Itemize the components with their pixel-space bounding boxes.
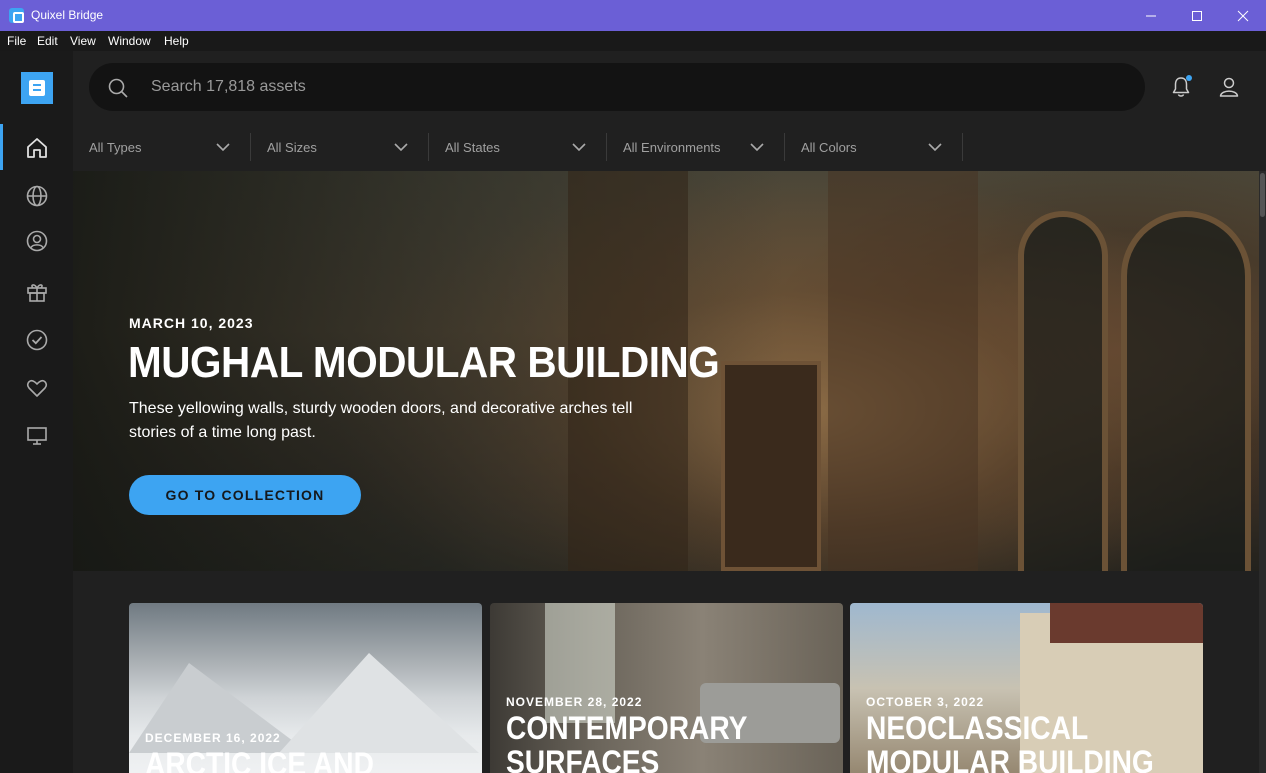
card-date: NOVEMBER 28, 2022 — [506, 695, 643, 709]
close-icon — [1237, 10, 1249, 22]
monitor-icon — [27, 427, 47, 445]
user-circle-icon — [26, 230, 48, 252]
hero-image-arch — [1121, 211, 1251, 571]
hero-description: These yellowing walls, sturdy wooden doo… — [129, 400, 633, 441]
filter-environments-label: All Environments — [623, 140, 721, 155]
chevron-down-icon — [928, 143, 942, 152]
gift-icon — [27, 284, 47, 302]
account-button[interactable] — [1215, 73, 1243, 101]
menu-bar: File Edit View Window Help — [0, 31, 1266, 51]
search-bar — [89, 63, 1145, 111]
hero-image-arch — [1018, 211, 1108, 571]
notifications-button[interactable] — [1167, 73, 1195, 101]
hero-banner: MARCH 10, 2023 MUGHAL MODULAR BUILDING T… — [73, 171, 1259, 571]
filter-types-label: All Types — [89, 140, 142, 155]
collection-card[interactable]: OCTOBER 3, 2022 NEOCLASSICAL MODULAR BUI… — [850, 603, 1203, 773]
menu-file[interactable]: File — [7, 34, 26, 48]
hero-title: MUGHAL MODULAR BUILDING — [128, 338, 720, 387]
filter-colors-label: All Colors — [801, 140, 857, 155]
maximize-icon — [1192, 11, 1202, 21]
filter-sizes-label: All Sizes — [267, 140, 317, 155]
title-bar: Quixel Bridge — [0, 0, 1266, 31]
go-to-collection-button[interactable]: GO TO COLLECTION — [129, 475, 361, 515]
globe-icon — [26, 185, 48, 207]
nav-free-content[interactable] — [0, 268, 73, 314]
nav-home[interactable] — [0, 124, 73, 170]
notification-dot — [1186, 75, 1192, 81]
close-button[interactable] — [1220, 0, 1266, 31]
search-icon — [108, 78, 128, 98]
card-title: CONTEMPORARY SURFACES — [506, 710, 747, 773]
menu-edit[interactable]: Edit — [37, 34, 58, 48]
app-icon — [9, 8, 24, 23]
bridge-logo[interactable] — [21, 72, 53, 104]
card-image-mountain — [279, 653, 479, 753]
minimize-button[interactable] — [1128, 0, 1174, 31]
sidebar — [0, 51, 73, 773]
chevron-down-icon — [216, 143, 230, 152]
menu-help[interactable]: Help — [164, 34, 189, 48]
scrollbar-thumb[interactable] — [1260, 173, 1265, 217]
chevron-down-icon — [750, 143, 764, 152]
filter-sizes[interactable]: All Sizes — [251, 133, 429, 161]
search-input[interactable] — [151, 73, 1111, 101]
nav-local-library[interactable] — [0, 412, 73, 458]
nav-explore[interactable] — [0, 172, 73, 218]
heart-icon — [26, 379, 48, 397]
filter-states[interactable]: All States — [429, 133, 607, 161]
main-content: All Types All Sizes All States All Envir… — [73, 51, 1266, 773]
check-circle-icon — [26, 329, 48, 351]
hero-image-wall — [828, 171, 978, 571]
filter-environments[interactable]: All Environments — [607, 133, 785, 161]
chevron-down-icon — [394, 143, 408, 152]
filter-types[interactable]: All Types — [73, 133, 251, 161]
maximize-button[interactable] — [1174, 0, 1220, 31]
card-date: OCTOBER 3, 2022 — [866, 695, 985, 709]
window-title: Quixel Bridge — [31, 8, 104, 22]
menu-view[interactable]: View — [70, 34, 96, 48]
home-icon — [27, 138, 47, 158]
user-icon — [1219, 77, 1239, 97]
nav-purchased[interactable] — [0, 316, 73, 362]
menu-window[interactable]: Window — [108, 34, 151, 48]
hero-image-door — [721, 361, 821, 571]
scrollbar[interactable] — [1259, 171, 1266, 773]
card-date: DECEMBER 16, 2022 — [145, 731, 281, 745]
collection-card[interactable]: DECEMBER 16, 2022 ARCTIC ICE AND — [129, 603, 482, 773]
nav-profile[interactable] — [0, 217, 73, 263]
filter-colors[interactable]: All Colors — [785, 133, 963, 161]
nav-favorites[interactable] — [0, 364, 73, 410]
card-title: NEOCLASSICAL MODULAR BUILDING — [866, 710, 1154, 773]
chevron-down-icon — [572, 143, 586, 152]
hero-date: MARCH 10, 2023 — [129, 315, 254, 331]
minimize-icon — [1146, 15, 1156, 17]
card-image-roof — [1050, 603, 1203, 643]
filter-states-label: All States — [445, 140, 500, 155]
collection-card[interactable]: NOVEMBER 28, 2022 CONTEMPORARY SURFACES — [490, 603, 843, 773]
card-title: ARCTIC ICE AND — [145, 746, 374, 773]
